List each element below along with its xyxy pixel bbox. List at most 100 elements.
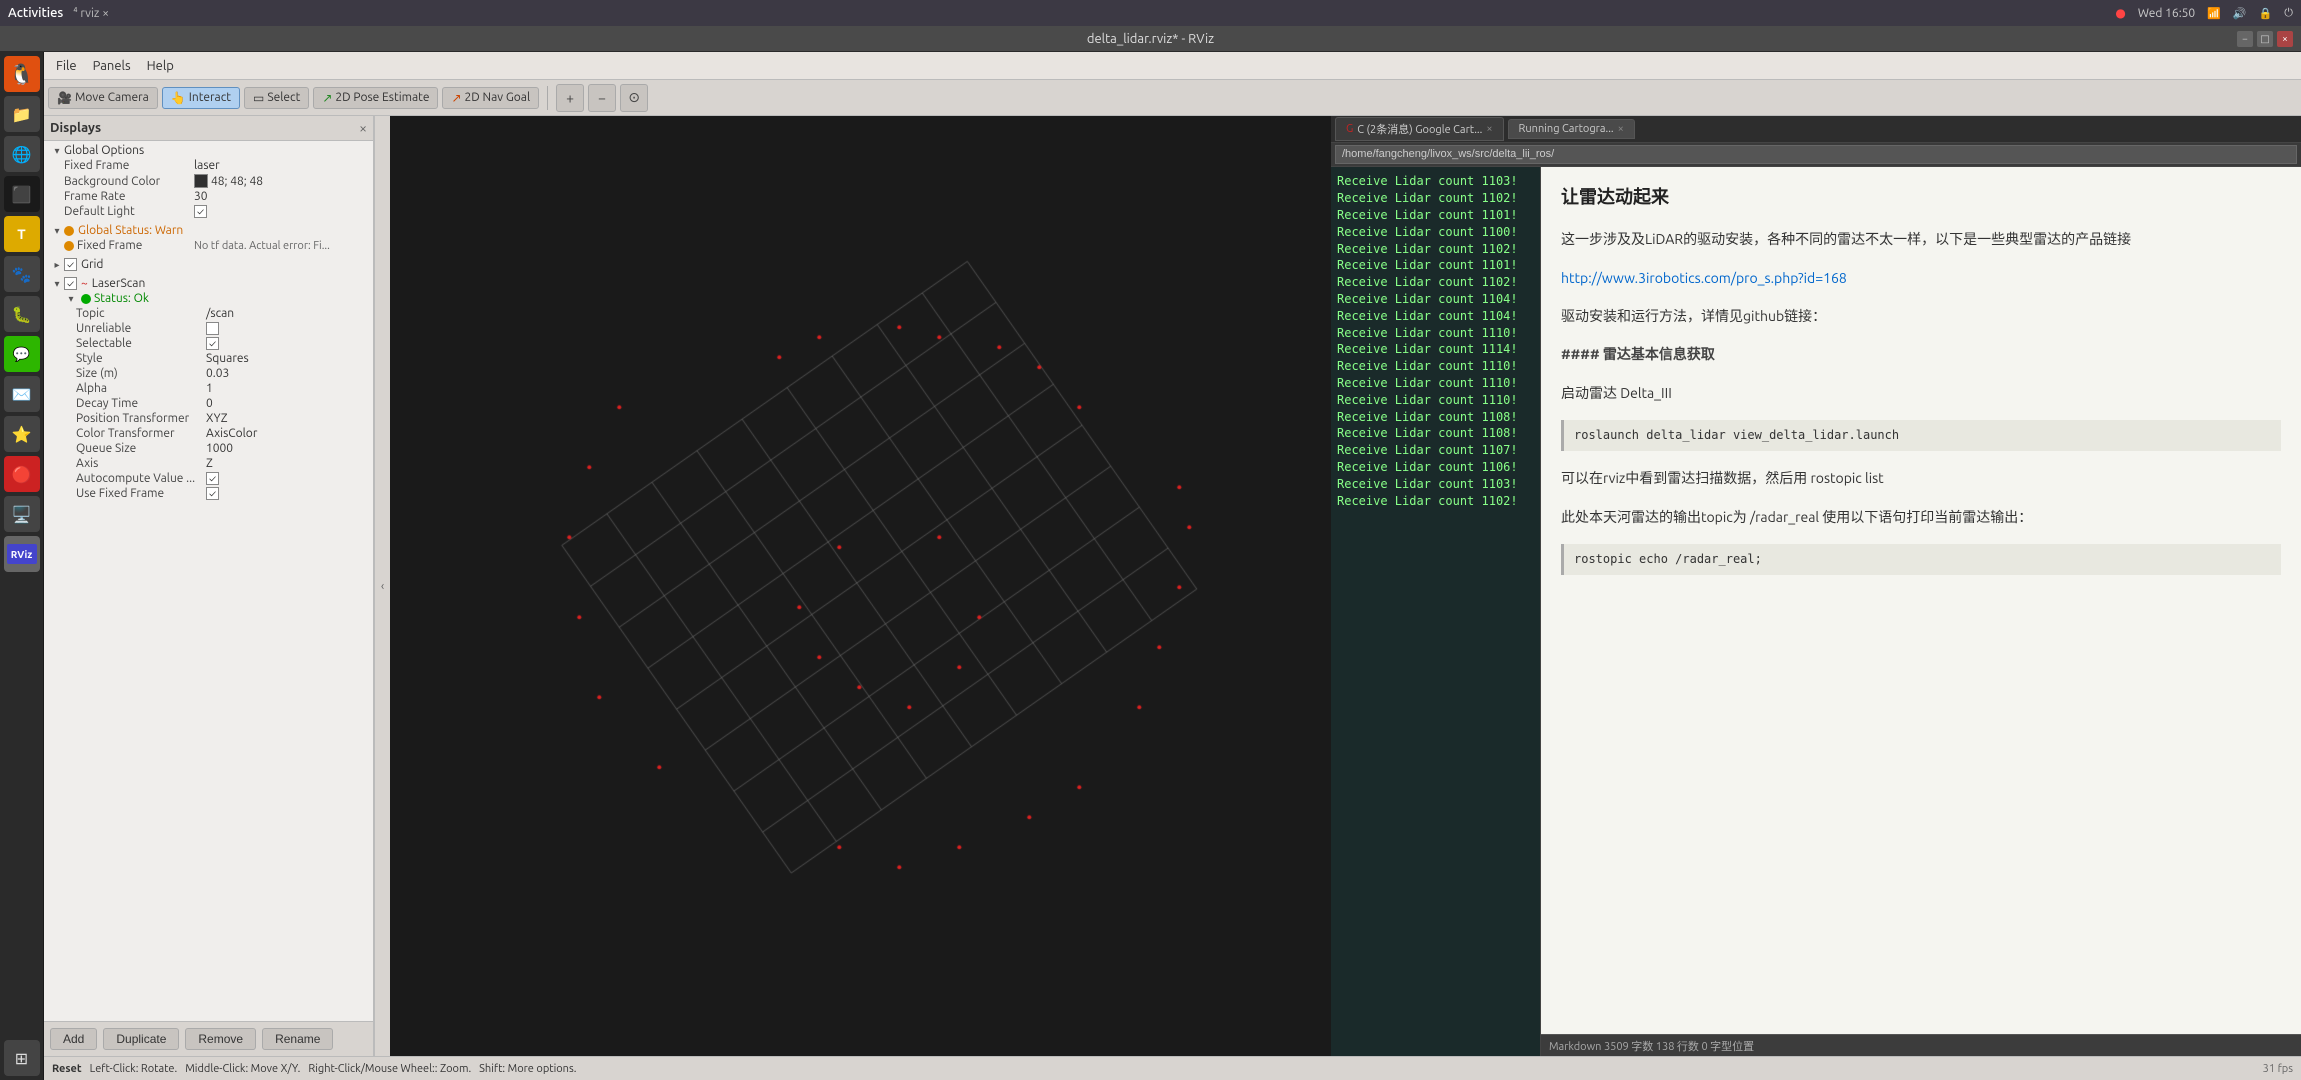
- taskbar-monitor-icon[interactable]: 🖥️: [4, 496, 40, 532]
- browser-tab-close-0[interactable]: ×: [1486, 123, 1492, 135]
- fixed-frame-value[interactable]: laser: [194, 159, 220, 172]
- axis-value[interactable]: Z: [206, 457, 213, 470]
- grid-expander[interactable]: ▸: [50, 259, 64, 271]
- doc-heading1: 让雷达动起来: [1561, 183, 2281, 212]
- taskbar-ubuntu-icon[interactable]: 🐧: [4, 56, 40, 92]
- laserscan-row[interactable]: ▾ ✓ ~ LaserScan: [48, 276, 369, 291]
- grid-row[interactable]: ▸ ✓ Grid: [48, 257, 369, 272]
- link1[interactable]: http://www.3irobotics.com/pro_s.php?id=1…: [1561, 270, 1847, 286]
- 3d-viewport[interactable]: [390, 116, 1331, 1056]
- background-color-value[interactable]: 48; 48; 48: [194, 174, 263, 188]
- use-fixed-frame-checkbox[interactable]: ✓: [206, 487, 219, 500]
- duplicate-button[interactable]: Duplicate: [103, 1028, 179, 1050]
- topic-value[interactable]: /scan: [206, 307, 234, 320]
- taskbar-terminal-icon[interactable]: ⬛: [4, 176, 40, 212]
- global-options-expander[interactable]: ▾: [50, 145, 64, 157]
- section-heading1: 让雷达动起来: [1561, 183, 2281, 212]
- style-row: Style Squares: [48, 351, 369, 366]
- frame-rate-value[interactable]: 30: [194, 190, 208, 203]
- menu-file[interactable]: File: [48, 57, 85, 75]
- taskbar-browser-icon[interactable]: 🌐: [4, 136, 40, 172]
- left-panel: Displays × ▾ Global Options Fix: [44, 116, 374, 1056]
- axis-row: Axis Z: [48, 456, 369, 471]
- alpha-value[interactable]: 1: [206, 382, 213, 395]
- menu-help[interactable]: Help: [139, 57, 182, 75]
- terminal-line: Receive Lidar count 1104!: [1337, 291, 1534, 308]
- terminal-line: Receive Lidar count 1110!: [1337, 358, 1534, 375]
- selectable-value[interactable]: ✓: [206, 337, 219, 350]
- default-light-checkbox[interactable]: ✓: [194, 205, 207, 218]
- taskbar-bug-icon[interactable]: 🐛: [4, 296, 40, 332]
- taskbar-red-icon[interactable]: 🔴: [4, 456, 40, 492]
- use-fixed-frame-value[interactable]: ✓: [206, 487, 219, 500]
- close-button[interactable]: ×: [2277, 31, 2293, 47]
- browser-tab-google[interactable]: G C (2条消息) Google Cart... ×: [1335, 117, 1504, 141]
- taskbar-text-icon[interactable]: T: [4, 216, 40, 252]
- global-status-expander[interactable]: ▾: [50, 225, 64, 237]
- color-transformer-value[interactable]: AxisColor: [206, 427, 257, 440]
- global-options-section: ▾ Global Options Fixed Frame laser Backg…: [44, 141, 373, 221]
- fixed-frame-warn-value: No tf data. Actual error: Fi...: [194, 240, 330, 252]
- move-camera-button[interactable]: 🎥 Move Camera: [48, 87, 158, 109]
- displays-close-button[interactable]: ×: [359, 120, 367, 136]
- browser-tab-cartographer[interactable]: Running Cartogra... ×: [1508, 119, 1635, 139]
- position-transformer-value[interactable]: XYZ: [206, 412, 228, 425]
- 3d-canvas[interactable]: [390, 116, 1331, 1056]
- address-input[interactable]: [1335, 145, 2297, 165]
- add-button[interactable]: Add: [50, 1028, 97, 1050]
- size-value[interactable]: 0.03: [206, 367, 229, 380]
- rename-button[interactable]: Rename: [262, 1028, 333, 1050]
- decay-time-value[interactable]: 0: [206, 397, 213, 410]
- select-button[interactable]: ▭ Select: [244, 87, 309, 109]
- pose-estimate-button[interactable]: ↗ 2D Pose Estimate: [313, 87, 438, 109]
- reset-button[interactable]: Reset: [52, 1063, 82, 1075]
- unreliable-value[interactable]: [206, 322, 219, 335]
- minimize-button[interactable]: −: [2237, 31, 2253, 47]
- browser-tab-close-1[interactable]: ×: [1618, 123, 1624, 135]
- menu-panels[interactable]: Panels: [85, 57, 139, 75]
- toolbar-minus-button[interactable]: −: [588, 84, 616, 112]
- code-block-2: rostopic echo /radar_real;: [1561, 544, 2281, 575]
- laserscan-checkbox[interactable]: ✓: [64, 277, 77, 290]
- right-click-help: Right-Click/Mouse Wheel:: Zoom.: [308, 1063, 471, 1075]
- toolbar-plus-button[interactable]: +: [556, 84, 584, 112]
- interact-button[interactable]: 👆 Interact: [162, 87, 240, 109]
- taskbar-mail-icon[interactable]: ✉️: [4, 376, 40, 412]
- position-transformer-label: Position Transformer: [76, 412, 206, 425]
- taskbar-star-icon[interactable]: ⭐: [4, 416, 40, 452]
- section3-text: 启动雷达 Delta_III: [1561, 382, 2281, 404]
- selectable-checkbox[interactable]: ✓: [206, 337, 219, 350]
- doc-heading2: #### 雷达基本信息获取: [1561, 343, 2281, 365]
- activities-button[interactable]: Activities: [8, 6, 63, 20]
- style-value[interactable]: Squares: [206, 352, 249, 365]
- remove-button[interactable]: Remove: [185, 1028, 256, 1050]
- taskbar-rviz-icon[interactable]: RViz: [4, 536, 40, 572]
- middle-click-help: Middle-Click: Move X/Y.: [185, 1063, 300, 1075]
- status-bar: Reset Left-Click: Rotate. Middle-Click: …: [44, 1056, 2301, 1080]
- nav-goal-button[interactable]: ↗ 2D Nav Goal: [442, 87, 539, 109]
- section4-text: 可以在rviz中看到雷达扫描数据，然后用 rostopic list: [1561, 467, 2281, 489]
- fixed-frame-warn-label: Fixed Frame: [77, 239, 142, 252]
- taskbar-grid-icon[interactable]: ⊞: [4, 1040, 40, 1076]
- taskbar-files-icon[interactable]: 📁: [4, 96, 40, 132]
- global-options-row[interactable]: ▾ Global Options: [48, 143, 369, 158]
- global-status-row[interactable]: ▾ Global Status: Warn: [48, 223, 369, 238]
- terminal-line: Receive Lidar count 1102!: [1337, 241, 1534, 258]
- unreliable-checkbox[interactable]: [206, 322, 219, 335]
- code1: roslaunch delta_lidar view_delta_lidar.l…: [1561, 420, 2281, 451]
- queue-size-value[interactable]: 1000: [206, 442, 233, 455]
- toolbar-camera-button[interactable]: ⊙: [620, 84, 648, 112]
- terminal-line: Receive Lidar count 1104!: [1337, 308, 1534, 325]
- grid-checkbox[interactable]: ✓: [64, 258, 77, 271]
- default-light-value[interactable]: ✓: [194, 205, 207, 218]
- rviz-app-label[interactable]: ⁴ rviz ×: [73, 7, 109, 20]
- status-expander[interactable]: ▾: [64, 293, 78, 305]
- autocompute-value[interactable]: ✓: [206, 472, 219, 485]
- autocompute-checkbox[interactable]: ✓: [206, 472, 219, 485]
- taskbar-paw-icon[interactable]: 🐾: [4, 256, 40, 292]
- panel-collapse-button[interactable]: ‹: [374, 116, 390, 1056]
- laserscan-expander[interactable]: ▾: [50, 278, 64, 290]
- global-status-warn-icon: [64, 226, 74, 236]
- maximize-button[interactable]: □: [2257, 31, 2273, 47]
- taskbar-wechat-icon[interactable]: 💬: [4, 336, 40, 372]
